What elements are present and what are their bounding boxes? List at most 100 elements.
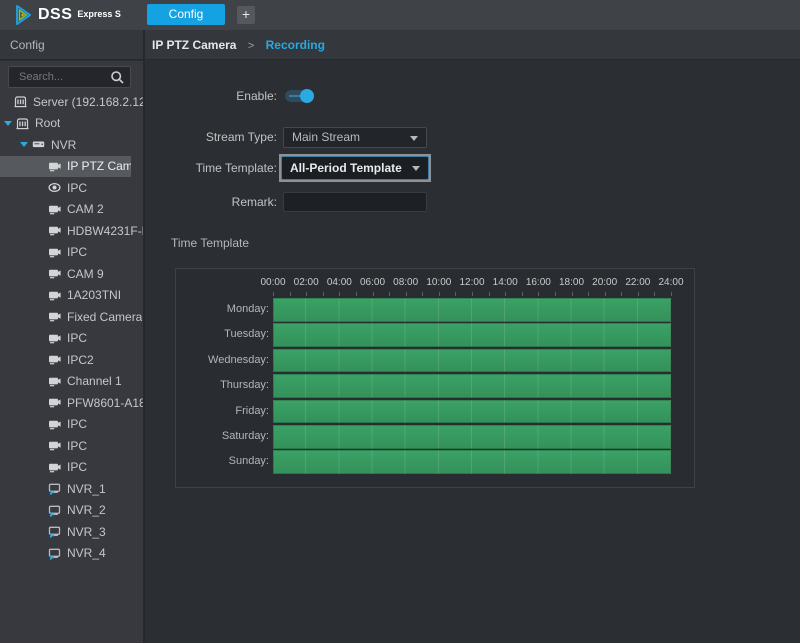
hour-label: 06:00 xyxy=(360,277,385,288)
camera-icon xyxy=(48,289,62,302)
nvr-offline-icon xyxy=(48,547,62,560)
header-band: Config IP PTZ Camera > Recording xyxy=(0,30,800,60)
tree-item-channel-1[interactable]: Channel 1 xyxy=(0,371,143,393)
enable-toggle[interactable] xyxy=(285,90,312,102)
hour-tick xyxy=(538,292,539,296)
time-template-value: All-Period Template xyxy=(290,161,402,175)
tree-item-hdbw4231f-e2-m[interactable]: HDBW4231F-E2-M xyxy=(0,220,143,242)
hour-tick xyxy=(273,292,274,296)
remark-label: Remark: xyxy=(145,195,277,209)
tree-item-ipc[interactable]: IPC xyxy=(0,457,143,479)
hour-tick xyxy=(671,292,672,296)
camera-icon xyxy=(48,246,62,259)
hour-tick xyxy=(505,292,506,296)
tree-item-label: CAM 2 xyxy=(67,202,104,216)
search-box xyxy=(8,66,131,88)
tree-item-ipc[interactable]: IPC xyxy=(0,414,143,436)
nvr-icon xyxy=(32,138,46,151)
tree-item-ipc[interactable]: IPC xyxy=(0,177,143,199)
app-logo: DSS Express S xyxy=(14,4,121,31)
tree-item-label: IPC xyxy=(67,331,87,345)
breadcrumb: IP PTZ Camera > Recording xyxy=(152,38,325,52)
expand-arrow-icon[interactable] xyxy=(20,142,28,147)
tree-item-cam-2[interactable]: CAM 2 xyxy=(0,199,143,221)
tree-item-label: IP PTZ Camera xyxy=(67,159,131,173)
tree-item-nvr-2[interactable]: NVR_2 xyxy=(0,500,143,522)
camera-icon xyxy=(48,461,62,474)
tree-item-label: IPC xyxy=(67,439,87,453)
tree-item-label: Root xyxy=(35,116,60,130)
tree-item-pfw8601-a180[interactable]: PFW8601-A180 xyxy=(0,392,143,414)
server-icon xyxy=(14,95,28,108)
time-template-section-title: Time Template xyxy=(171,236,249,250)
tree-item-fixed-camera[interactable]: Fixed Camera xyxy=(0,306,143,328)
hour-tick xyxy=(373,292,374,296)
enable-label: Enable: xyxy=(145,89,277,103)
day-label-monday: Monday: xyxy=(176,298,269,322)
tree-item-ipc2[interactable]: IPC2 xyxy=(0,349,143,371)
schedule-bar-sunday xyxy=(273,450,671,474)
remark-input[interactable] xyxy=(283,192,427,212)
hour-label: 24:00 xyxy=(658,277,683,288)
tree-item-nvr-1[interactable]: NVR_1 xyxy=(0,478,143,500)
camera-icon xyxy=(48,353,62,366)
tree-item-label: IPC xyxy=(67,181,87,195)
tree-item-label: NVR_4 xyxy=(67,546,106,560)
hour-label: 00:00 xyxy=(260,277,285,288)
tree-item-label: HDBW4231F-E2-M xyxy=(67,224,143,238)
day-label-wednesday: Wednesday: xyxy=(176,349,269,373)
tree-item-ipc[interactable]: IPC xyxy=(0,328,143,350)
time-template-label: Time Template: xyxy=(145,161,277,175)
hour-tick xyxy=(654,292,655,296)
expand-arrow-icon[interactable] xyxy=(4,121,12,126)
tree-item-nvr[interactable]: NVR xyxy=(0,134,143,156)
top-bar: DSS Express S Config + xyxy=(0,0,800,30)
hour-label: 14:00 xyxy=(493,277,518,288)
hour-tick xyxy=(621,292,622,296)
tree-item-nvr-4[interactable]: NVR_4 xyxy=(0,543,143,565)
hour-tick xyxy=(356,292,357,296)
stream-type-dropdown[interactable]: Main Stream xyxy=(283,127,427,148)
schedule-bar-thursday xyxy=(273,374,671,398)
day-label-saturday: Saturday: xyxy=(176,425,269,449)
tree-item-label: Server (192.168.2.124) xyxy=(33,95,143,109)
tree-item-label: IPC xyxy=(67,417,87,431)
tree-item-ipc[interactable]: IPC xyxy=(0,435,143,457)
tree-item-ipc[interactable]: IPC xyxy=(0,242,143,264)
toggle-knob xyxy=(300,89,314,103)
tree-item-cam-9[interactable]: CAM 9 xyxy=(0,263,143,285)
tree-item-ip-ptz-camera[interactable]: IP PTZ Camera xyxy=(0,156,131,178)
tree-item-1a203tni[interactable]: 1A203TNI xyxy=(0,285,143,307)
hour-tick xyxy=(489,292,490,296)
tree-item-root[interactable]: Root xyxy=(0,113,143,135)
tree-item-label: IPC xyxy=(67,460,87,474)
camera-icon xyxy=(48,439,62,452)
breadcrumb-parent[interactable]: IP PTZ Camera xyxy=(152,38,236,52)
camera-icon xyxy=(48,310,62,323)
tree-item-nvr-3[interactable]: NVR_3 xyxy=(0,521,143,543)
hour-tick xyxy=(339,292,340,296)
sidebar-title: Config xyxy=(10,38,45,52)
day-label-sunday: Sunday: xyxy=(176,450,269,474)
hour-label: 20:00 xyxy=(592,277,617,288)
hour-tick xyxy=(555,292,556,296)
add-tab-button[interactable]: + xyxy=(237,6,255,24)
search-icon[interactable] xyxy=(110,70,125,90)
chevron-down-icon xyxy=(410,136,418,141)
hour-tick xyxy=(605,292,606,296)
schedule-panel: 00:0002:0004:0006:0008:0010:0012:0014:00… xyxy=(175,268,695,488)
hour-label: 22:00 xyxy=(625,277,650,288)
hour-label: 08:00 xyxy=(393,277,418,288)
tree-item-label: 1A203TNI xyxy=(67,288,121,302)
hour-label: 18:00 xyxy=(559,277,584,288)
plus-icon: + xyxy=(242,6,250,22)
hour-tick xyxy=(422,292,423,296)
config-tab[interactable]: Config xyxy=(147,4,225,25)
time-template-dropdown[interactable]: All-Period Template xyxy=(281,156,429,180)
logo-suffix: Express S xyxy=(77,9,121,19)
tree-item-server-192-168-2-124[interactable]: Server (192.168.2.124) xyxy=(0,91,143,113)
hour-tick xyxy=(638,292,639,296)
hour-label: 02:00 xyxy=(294,277,319,288)
breadcrumb-current[interactable]: Recording xyxy=(266,38,325,52)
search-input[interactable] xyxy=(17,68,105,86)
